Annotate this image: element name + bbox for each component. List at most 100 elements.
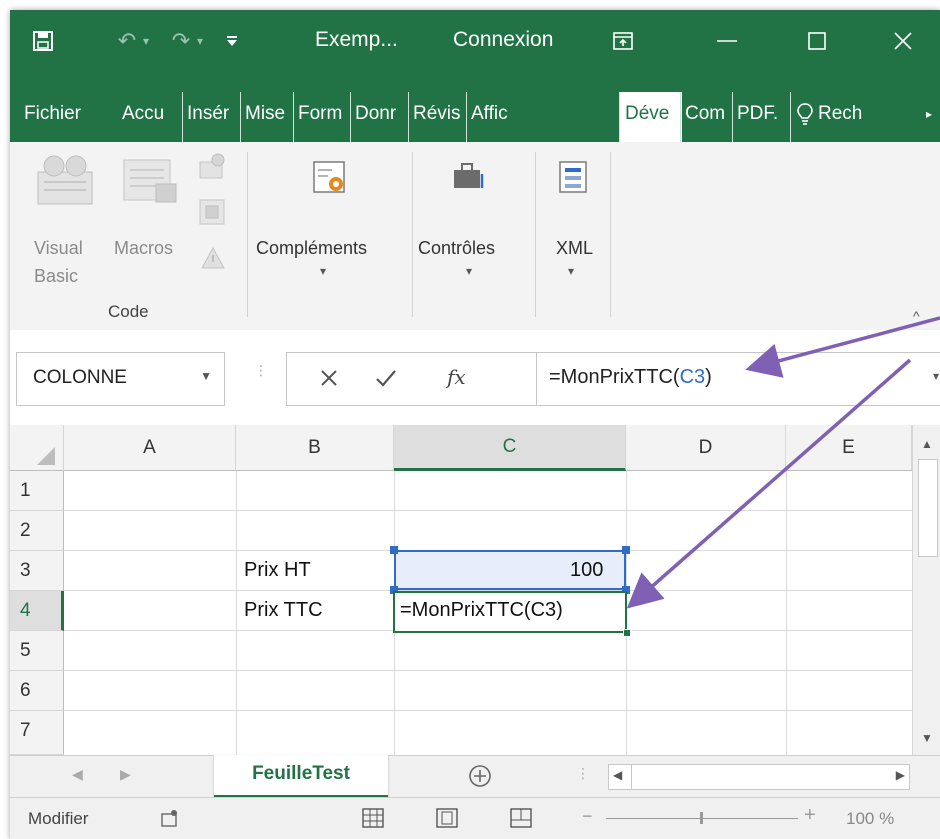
column-header-e[interactable]: E (786, 425, 912, 471)
xml-dropdown-icon[interactable]: ▾ (568, 264, 574, 278)
redo-dropdown-icon[interactable]: ▾ (192, 24, 208, 58)
controles-dropdown-icon[interactable]: ▾ (466, 264, 472, 278)
range-handle[interactable] (622, 546, 630, 554)
formula-bar-handle-icon[interactable]: ⋮ (254, 362, 268, 379)
complements-dropdown-icon[interactable]: ▾ (320, 264, 326, 278)
sign-in-link[interactable]: Connexion (453, 28, 553, 52)
select-all-corner[interactable] (10, 425, 64, 471)
record-macro-icon[interactable] (198, 152, 228, 180)
tab-developpeur[interactable]: Déve (619, 92, 682, 142)
visual-basic-label[interactable]: Visual (34, 238, 83, 259)
row-header-1[interactable]: 1 (10, 471, 64, 511)
tab-revision[interactable]: Révis (408, 92, 468, 142)
undo-dropdown-icon[interactable]: ▾ (138, 24, 154, 58)
tab-formules[interactable]: Form (293, 92, 353, 142)
gridline (786, 471, 787, 755)
new-sheet-icon[interactable] (468, 764, 492, 788)
column-header-a[interactable]: A (64, 425, 236, 471)
cell-c3[interactable]: 100 (570, 559, 603, 582)
title-bar: ↶ ▾ ↷ ▾ Exemp... Connexion (10, 10, 940, 80)
name-box-dropdown-icon[interactable]: ▼ (200, 369, 212, 383)
cancel-entry-icon[interactable] (319, 368, 339, 388)
cell-c4[interactable]: =MonPrixTTC(C3) (400, 599, 563, 622)
enter-check-icon[interactable] (375, 367, 397, 389)
sheet-scroll-left-icon[interactable]: ◀ (72, 766, 83, 783)
tabs-scroll-right-icon[interactable]: ▸ (926, 92, 940, 142)
status-mode: Modifier (28, 809, 89, 828)
status-bar: Modifier − + 100 % (10, 797, 940, 839)
vertical-scrollbar[interactable]: ▲ ▼ (912, 425, 940, 755)
normal-view-icon[interactable] (362, 808, 384, 828)
scroll-down-icon[interactable]: ▼ (921, 731, 933, 745)
xml-label[interactable]: XML (556, 238, 593, 259)
vertical-scroll-thumb[interactable] (918, 459, 938, 557)
tab-rechercher[interactable]: Rech (818, 92, 924, 142)
tab-fichier[interactable]: Fichier (24, 92, 104, 142)
controles-label[interactable]: Contrôles (418, 238, 495, 259)
add-ins-icon[interactable] (310, 158, 350, 198)
collapse-ribbon-icon[interactable]: ^ (913, 308, 920, 324)
complements-label[interactable]: Compléments (256, 238, 367, 259)
row-header-6[interactable]: 6 (10, 671, 64, 711)
fill-handle[interactable] (623, 629, 631, 637)
tab-accueil[interactable]: Accu (122, 92, 180, 142)
zoom-level[interactable]: 100 % (846, 809, 894, 829)
customize-toolbar-icon[interactable] (222, 24, 242, 58)
save-icon[interactable] (26, 24, 60, 58)
zoom-out-icon[interactable]: − (582, 806, 593, 827)
formula-input[interactable]: =MonPrixTTC(C3) ▾ (536, 352, 940, 406)
name-box-value: COLONNE (33, 367, 127, 388)
ribbon-separator (412, 152, 413, 317)
sheet-scroll-right-icon[interactable]: ▶ (120, 766, 131, 783)
cell-b3[interactable]: Prix HT (244, 559, 311, 582)
tab-mise-en-page[interactable]: Mise (240, 92, 295, 142)
macro-security-icon[interactable] (200, 246, 226, 270)
relative-references-icon[interactable] (198, 198, 228, 226)
scroll-up-icon[interactable]: ▲ (921, 437, 933, 451)
maximize-icon[interactable] (800, 24, 834, 58)
row-header-5[interactable]: 5 (10, 631, 64, 671)
gridline (64, 670, 912, 671)
column-header-d[interactable]: D (626, 425, 786, 471)
row-header-7[interactable]: 7 (10, 711, 64, 755)
expand-formula-icon[interactable]: ▾ (933, 369, 939, 383)
tab-commentaires[interactable]: Com (680, 92, 735, 142)
macro-recording-icon[interactable] (160, 808, 180, 828)
xml-icon[interactable] (556, 158, 592, 198)
visual-basic-label-2[interactable]: Basic (34, 266, 78, 287)
row-header-2[interactable]: 2 (10, 511, 64, 551)
cell-b4[interactable]: Prix TTC (244, 599, 323, 622)
insert-function-icon[interactable]: fx (447, 365, 466, 389)
row-header-4[interactable]: 4 (10, 591, 64, 631)
range-handle[interactable] (390, 546, 398, 554)
macros-label[interactable]: Macros (114, 238, 173, 259)
page-layout-view-icon[interactable] (436, 808, 458, 828)
visual-basic-icon[interactable] (34, 152, 96, 208)
page-break-view-icon[interactable] (510, 808, 532, 828)
row-header-3[interactable]: 3 (10, 551, 64, 591)
minimize-icon[interactable] (710, 24, 744, 58)
horizontal-scrollbar[interactable]: ◀ ▶ (608, 764, 910, 790)
name-box[interactable]: COLONNE ▼ (16, 352, 225, 406)
spreadsheet-grid: A B C D E 1 2 3 4 5 6 7 Prix HT 100 Prix… (10, 425, 940, 755)
zoom-slider-thumb[interactable] (700, 812, 703, 824)
formula-bar: COLONNE ▼ ⋮ fx =MonPrixTTC(C3) ▾ (10, 330, 940, 425)
close-icon[interactable] (886, 24, 920, 58)
tab-pdf[interactable]: PDF. (732, 92, 791, 142)
formula-text: =MonPrixTTC(C3) (549, 366, 712, 388)
hscroll-left-icon[interactable]: ◀ (613, 768, 622, 782)
zoom-in-icon[interactable]: + (804, 804, 816, 827)
controls-icon[interactable] (450, 160, 490, 196)
hscroll-right-icon[interactable]: ▶ (896, 768, 905, 782)
scroll-divider (631, 765, 632, 789)
tab-affichage[interactable]: Affic (466, 92, 522, 142)
tab-insertion[interactable]: Insér (182, 92, 241, 142)
tab-split-handle-icon[interactable]: ⋮ (576, 765, 590, 782)
document-title: Exemp... (315, 28, 398, 51)
macros-icon[interactable] (120, 154, 182, 208)
ribbon-display-options-icon[interactable] (606, 24, 640, 58)
column-header-c[interactable]: C (394, 425, 626, 471)
column-header-b[interactable]: B (236, 425, 394, 471)
tab-donnees[interactable]: Donr (350, 92, 410, 142)
sheet-tab-feuilletest[interactable]: FeuilleTest (214, 755, 388, 798)
